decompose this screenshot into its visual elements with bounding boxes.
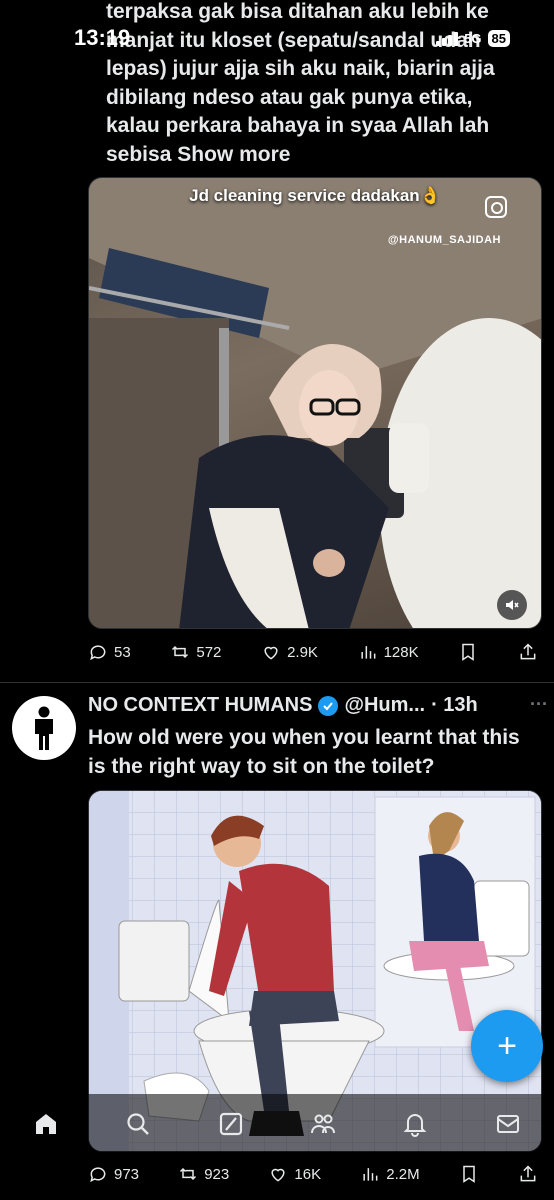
verified-badge-icon bbox=[318, 695, 339, 716]
tweet-time: · 13h bbox=[431, 694, 478, 716]
compose-button[interactable]: + bbox=[471, 1010, 543, 1082]
tweet1-actions: 53 572 2.9K 128K bbox=[88, 642, 538, 662]
nav-grok[interactable] bbox=[211, 1104, 251, 1144]
reply-count: 973 bbox=[114, 1165, 140, 1183]
tweet1-line: kalau perkara bahaya in syaa Allah lah bbox=[106, 114, 490, 137]
nav-home[interactable] bbox=[26, 1104, 66, 1144]
share-icon bbox=[520, 1165, 536, 1182]
tweet2-line: How old were you when you learnt that th… bbox=[88, 726, 520, 749]
views-icon bbox=[361, 646, 376, 659]
speaker-muted-icon bbox=[506, 600, 519, 610]
bookmark-icon bbox=[463, 1165, 475, 1183]
more-options-icon[interactable]: ··· bbox=[530, 694, 548, 715]
repost-icon bbox=[180, 1167, 197, 1181]
nav-notifications[interactable] bbox=[395, 1104, 435, 1144]
tweet2-text: How old were you when you learnt that th… bbox=[88, 724, 538, 781]
tweet2-line: is the right way to sit on the toilet? bbox=[88, 754, 435, 778]
like-count: 2.9K bbox=[287, 643, 318, 661]
tweet1-line: manjat itu kloset (sepatu/sandal udah bbox=[106, 28, 481, 52]
repost-button[interactable]: 923 bbox=[178, 1164, 229, 1184]
share-button[interactable] bbox=[518, 1164, 538, 1184]
views-button[interactable]: 2.2M bbox=[360, 1164, 420, 1184]
tweet1-line-last: sebisa Show more bbox=[106, 141, 536, 170]
tweet1-line: terpaksa gak bisa ditahan aku lebih ke bbox=[106, 0, 489, 23]
repost-count: 923 bbox=[204, 1165, 230, 1183]
share-icon bbox=[520, 643, 536, 660]
bookmark-button[interactable] bbox=[458, 642, 478, 662]
tweet2-actions: 973 923 16K 2.2M bbox=[88, 1164, 538, 1184]
show-more-link[interactable]: Show more bbox=[177, 143, 290, 166]
video-watermark-handle: @HANUM_SAJIDAH bbox=[387, 234, 501, 246]
notifications-icon bbox=[404, 1114, 427, 1137]
reply-icon bbox=[90, 645, 106, 661]
views-count: 128K bbox=[383, 643, 419, 661]
repost-icon bbox=[172, 645, 189, 659]
checkmark-icon bbox=[323, 701, 334, 710]
tweet1-video[interactable]: Jd cleaning service dadakan👌 @HANUM_SAJI… bbox=[88, 177, 542, 629]
repost-count: 572 bbox=[196, 643, 222, 661]
heart-icon bbox=[264, 646, 278, 660]
tweet1-line: sebisa bbox=[106, 142, 172, 166]
bottom-nav bbox=[0, 1094, 554, 1154]
home-icon bbox=[36, 1114, 57, 1134]
mute-icon[interactable] bbox=[497, 590, 527, 620]
views-icon bbox=[363, 1168, 378, 1181]
tweet2-header: NO CONTEXT HUMANS @Hum... · 13h ··· bbox=[88, 694, 548, 717]
author-handle[interactable]: @Hum... bbox=[344, 694, 425, 717]
share-button[interactable] bbox=[518, 642, 538, 662]
tweet-divider bbox=[0, 682, 554, 683]
avatar[interactable] bbox=[12, 696, 76, 760]
bookmark-icon bbox=[462, 643, 475, 661]
like-button[interactable]: 16K bbox=[268, 1164, 321, 1184]
nav-communities[interactable] bbox=[303, 1104, 343, 1144]
repost-button[interactable]: 572 bbox=[170, 642, 221, 662]
video-caption: Jd cleaning service dadakan👌 bbox=[189, 186, 441, 205]
tweet1-line: dibilang ndeso atau gak punya etika, bbox=[106, 85, 473, 109]
tweet1-line: lepas) jujur ajja sih aku naik, biarin a… bbox=[106, 57, 495, 80]
author-name[interactable]: NO CONTEXT HUMANS bbox=[88, 694, 312, 717]
reply-button[interactable]: 53 bbox=[88, 642, 131, 662]
grok-icon bbox=[219, 1112, 242, 1136]
reply-count: 53 bbox=[114, 643, 131, 661]
bookmark-button[interactable] bbox=[459, 1164, 479, 1184]
nav-messages[interactable] bbox=[488, 1104, 528, 1144]
instagram-icon bbox=[485, 196, 507, 218]
like-button[interactable]: 2.9K bbox=[261, 642, 318, 662]
reply-button[interactable]: 973 bbox=[88, 1164, 139, 1184]
nav-search[interactable] bbox=[118, 1104, 158, 1144]
person-silhouette-icon bbox=[35, 706, 53, 750]
heart-icon bbox=[271, 1168, 285, 1182]
reply-icon bbox=[90, 1167, 106, 1183]
views-button[interactable]: 128K bbox=[358, 642, 419, 662]
like-count: 16K bbox=[294, 1165, 322, 1183]
views-count: 2.2M bbox=[386, 1165, 420, 1183]
search-icon bbox=[127, 1113, 150, 1135]
compose-plus-icon: + bbox=[497, 1026, 517, 1065]
tweet1-text: terpaksa gak bisa ditahan aku lebih ke m… bbox=[106, 0, 536, 169]
communities-icon bbox=[311, 1114, 336, 1134]
messages-icon bbox=[496, 1115, 519, 1133]
